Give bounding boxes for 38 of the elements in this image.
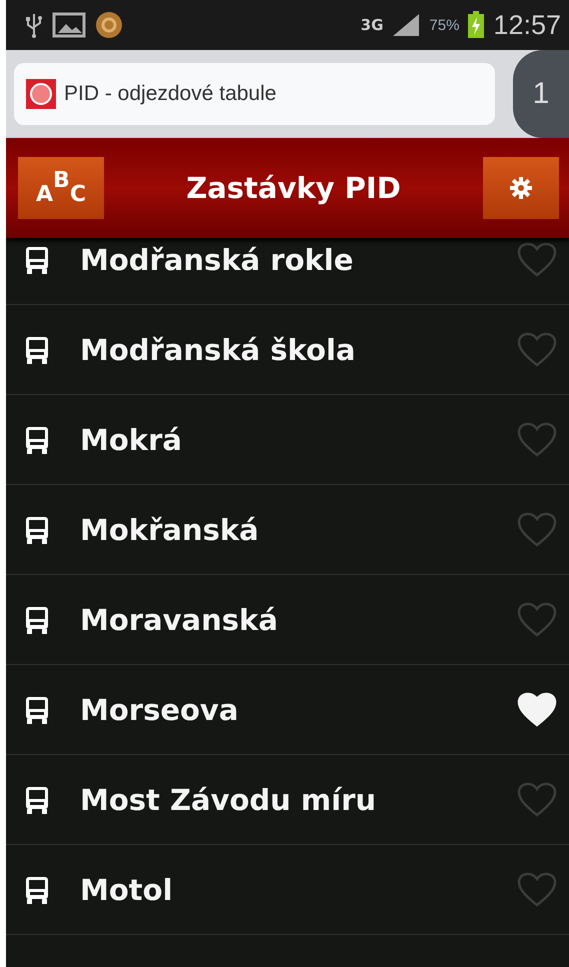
bus-icon (24, 604, 50, 634)
bus-icon (24, 334, 50, 364)
usb-icon (24, 12, 44, 38)
stop-name: Mokrá (80, 422, 183, 456)
stop-name: Modřanská rokle (80, 243, 354, 277)
stop-row[interactable]: Most Závodu míru (6, 755, 569, 845)
bus-icon (24, 245, 50, 275)
stop-name: Motol (80, 872, 174, 906)
stop-name: Moravanská (80, 602, 279, 636)
stop-name: Morseova (80, 692, 240, 726)
stop-row[interactable]: Moravanská (6, 575, 569, 665)
circle-app-icon (94, 10, 124, 40)
bus-icon (24, 784, 50, 814)
stop-row[interactable]: Motol (6, 845, 569, 935)
signal-icon (391, 12, 422, 38)
clock: 12:57 (493, 10, 561, 40)
stop-name: Modřanská škola (80, 332, 356, 366)
bus-icon (24, 514, 50, 544)
stop-name: Mokřanská (80, 512, 260, 546)
header-title: Zastávky PID (186, 171, 401, 205)
settings-icon (508, 176, 533, 200)
bus-icon (24, 424, 50, 454)
battery-percent: 75% (429, 16, 460, 34)
settings-button[interactable] (482, 157, 559, 219)
stop-row[interactable]: Modřanská rokle (6, 238, 569, 305)
stop-row[interactable]: Mokrá (6, 395, 569, 485)
tabs-button[interactable]: 1 (513, 50, 569, 138)
address-field[interactable]: PID - odjezdové tabule (14, 63, 495, 125)
network-type: 3G (360, 16, 384, 34)
battery-charging-icon (467, 11, 486, 39)
bus-icon (24, 874, 50, 904)
stop-row[interactable]: Mokřanská (6, 485, 569, 575)
stop-row[interactable]: Morseova (6, 665, 569, 755)
stop-row[interactable]: Modřanská škola (6, 305, 569, 395)
stop-name: Most Závodu míru (80, 782, 378, 816)
bus-icon (24, 694, 50, 724)
image-icon (52, 12, 86, 38)
site-logo-icon (26, 79, 56, 109)
